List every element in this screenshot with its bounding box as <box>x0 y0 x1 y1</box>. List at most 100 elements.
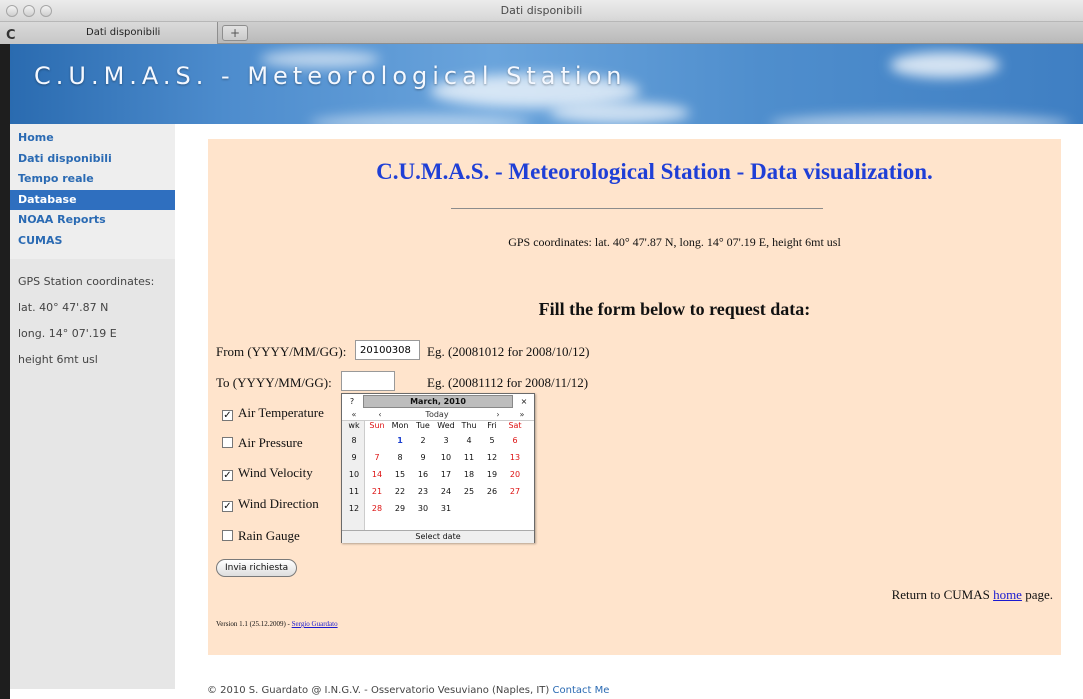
calendar-help-button[interactable]: ? <box>342 394 362 409</box>
calendar-month-title[interactable]: March, 2010 <box>363 395 513 408</box>
submit-request-button[interactable]: Invia richiesta <box>216 559 298 577</box>
calendar-day[interactable]: 18 <box>458 469 480 481</box>
checkbox-checked-icon[interactable]: ✓ <box>222 410 233 421</box>
to-date-input[interactable] <box>341 371 395 391</box>
calendar-empty-cell <box>504 503 526 515</box>
calendar-day-header: Sun <box>369 421 385 430</box>
calendar-day[interactable]: 31 <box>435 503 457 515</box>
sidebar-item-noaa-reports[interactable]: NOAA Reports <box>10 210 175 231</box>
calendar-week-number: 10 <box>348 470 360 479</box>
tab-dati-disponibili[interactable]: C Dati disponibili <box>0 22 218 44</box>
return-home-text: Return to CUMAS home page. <box>891 587 1053 602</box>
window-title: Dati disponibili <box>500 4 583 17</box>
calendar-day[interactable]: 28 <box>366 503 388 515</box>
contact-link[interactable]: Contact Me <box>553 685 610 696</box>
calendar-day[interactable]: 14 <box>366 469 388 481</box>
calendar-day[interactable]: 21 <box>366 486 388 498</box>
calendar-day[interactable]: 6 <box>504 435 526 447</box>
calendar-day-header: Tue <box>416 421 430 430</box>
title-divider <box>451 208 823 209</box>
calendar-day[interactable]: 24 <box>435 486 457 498</box>
calendar-day[interactable]: 1 <box>389 435 411 447</box>
checkbox-air-pressure[interactable]: Air Pressure <box>222 435 303 451</box>
calendar-day[interactable]: 25 <box>458 486 480 498</box>
checkbox-air-temperature[interactable]: ✓ Air Temperature <box>222 405 324 421</box>
sidebar-item-database[interactable]: Database <box>10 189 175 210</box>
window-edge <box>0 44 10 699</box>
tab-bar: C Dati disponibili + <box>0 22 1083 44</box>
checkbox-rain-gauge[interactable]: Rain Gauge <box>222 528 300 544</box>
calendar-day[interactable]: 29 <box>389 503 411 515</box>
main-panel: C.U.M.A.S. - Meteorological Station - Da… <box>208 139 1061 655</box>
to-example: Eg. (20081112 for 2008/11/12) <box>427 375 589 390</box>
tab-title: Dati disponibili <box>86 27 161 38</box>
site-title: C.U.M.A.S. - Meteorological Station <box>34 62 627 90</box>
calendar-week-header: wk <box>348 421 360 430</box>
sidebar-item-cumas[interactable]: CUMAS <box>10 231 175 252</box>
calendar-day-header: Sat <box>508 421 522 430</box>
calendar-day[interactable]: 7 <box>366 452 388 464</box>
new-tab-button[interactable]: + <box>222 25 248 41</box>
calendar-day[interactable]: 17 <box>435 469 457 481</box>
calendar-day-header: Wed <box>437 421 455 430</box>
calendar-popup: ? March, 2010 × « ‹ Today › » wk Sun Mon Tu… <box>341 393 535 543</box>
calendar-week-number: 9 <box>351 453 357 462</box>
cloud-decoration <box>770 114 1070 124</box>
sidebar-gps-long: long. 14° 07'.19 E <box>18 327 117 340</box>
minimize-window-button[interactable] <box>23 5 35 17</box>
calendar-week-number: 8 <box>351 436 357 445</box>
form-heading: Fill the form below to request data: <box>538 299 811 319</box>
zoom-window-button[interactable] <box>40 5 52 17</box>
sidebar-item-tempo-reale[interactable]: Tempo reale <box>10 169 175 190</box>
sidebar-gps-heading: GPS Station coordinates: <box>18 275 155 288</box>
calendar-day[interactable]: 23 <box>412 486 434 498</box>
cloud-decoration <box>890 52 1000 78</box>
cloud-decoration <box>310 114 530 124</box>
calendar-day[interactable]: 9 <box>412 452 434 464</box>
sidebar: Home Dati disponibili Tempo reale Databa… <box>10 124 175 689</box>
calendar-day[interactable]: 8 <box>389 452 411 464</box>
calendar-day[interactable]: 30 <box>412 503 434 515</box>
calendar-day[interactable]: 11 <box>458 452 480 464</box>
site-header: C.U.M.A.S. - Meteorological Station <box>10 44 1083 124</box>
checkbox-checked-icon[interactable]: ✓ <box>222 501 233 512</box>
sidebar-item-home[interactable]: Home <box>10 128 175 149</box>
cloud-decoration <box>550 102 690 124</box>
checkbox-wind-direction[interactable]: ✓ Wind Direction <box>222 496 319 512</box>
from-date-input[interactable] <box>355 340 420 360</box>
calendar-day[interactable]: 26 <box>481 486 503 498</box>
calendar-week-number: 12 <box>348 504 360 513</box>
calendar-day[interactable]: 12 <box>481 452 503 464</box>
home-link[interactable]: home <box>993 587 1022 602</box>
calendar-day[interactable]: 22 <box>389 486 411 498</box>
checkbox-checked-icon[interactable]: ✓ <box>222 470 233 481</box>
calendar-day[interactable]: 13 <box>504 452 526 464</box>
calendar-day[interactable]: 19 <box>481 469 503 481</box>
calendar-empty-cell <box>366 435 388 447</box>
calendar-day[interactable]: 5 <box>481 435 503 447</box>
calendar-day[interactable]: 3 <box>435 435 457 447</box>
checkbox-unchecked-icon[interactable] <box>222 530 233 541</box>
sidebar-gps-height: height 6mt usl <box>18 353 98 366</box>
calendar-day[interactable]: 15 <box>389 469 411 481</box>
author-link[interactable]: Sergio Guardato <box>292 620 338 628</box>
to-label: To (YYYY/MM/GG): <box>216 375 332 390</box>
calendar-day[interactable]: 4 <box>458 435 480 447</box>
checkbox-wind-velocity[interactable]: ✓ Wind Velocity <box>222 465 313 481</box>
calendar-day[interactable]: 10 <box>435 452 457 464</box>
window-titlebar: Dati disponibili <box>0 0 1083 22</box>
checkbox-unchecked-icon[interactable] <box>222 437 233 448</box>
calendar-day[interactable]: 20 <box>504 469 526 481</box>
sidebar-item-dati-disponibili[interactable]: Dati disponibili <box>10 149 175 170</box>
page-title: C.U.M.A.S. - Meteorological Station - Da… <box>376 159 933 184</box>
calendar-day-header: Thu <box>461 421 477 430</box>
close-window-button[interactable] <box>6 5 18 17</box>
calendar-day[interactable]: 27 <box>504 486 526 498</box>
from-label: From (YYYY/MM/GG): <box>216 344 347 359</box>
page-footer: © 2010 S. Guardato @ I.N.G.V. - Osservat… <box>207 685 610 696</box>
calendar-close-button[interactable]: × <box>514 394 534 409</box>
calendar-day[interactable]: 16 <box>412 469 434 481</box>
gps-coordinates: GPS coordinates: lat. 40° 47'.87 N, long… <box>508 235 841 249</box>
calendar-day[interactable]: 2 <box>412 435 434 447</box>
calendar-empty-cell <box>458 503 480 515</box>
